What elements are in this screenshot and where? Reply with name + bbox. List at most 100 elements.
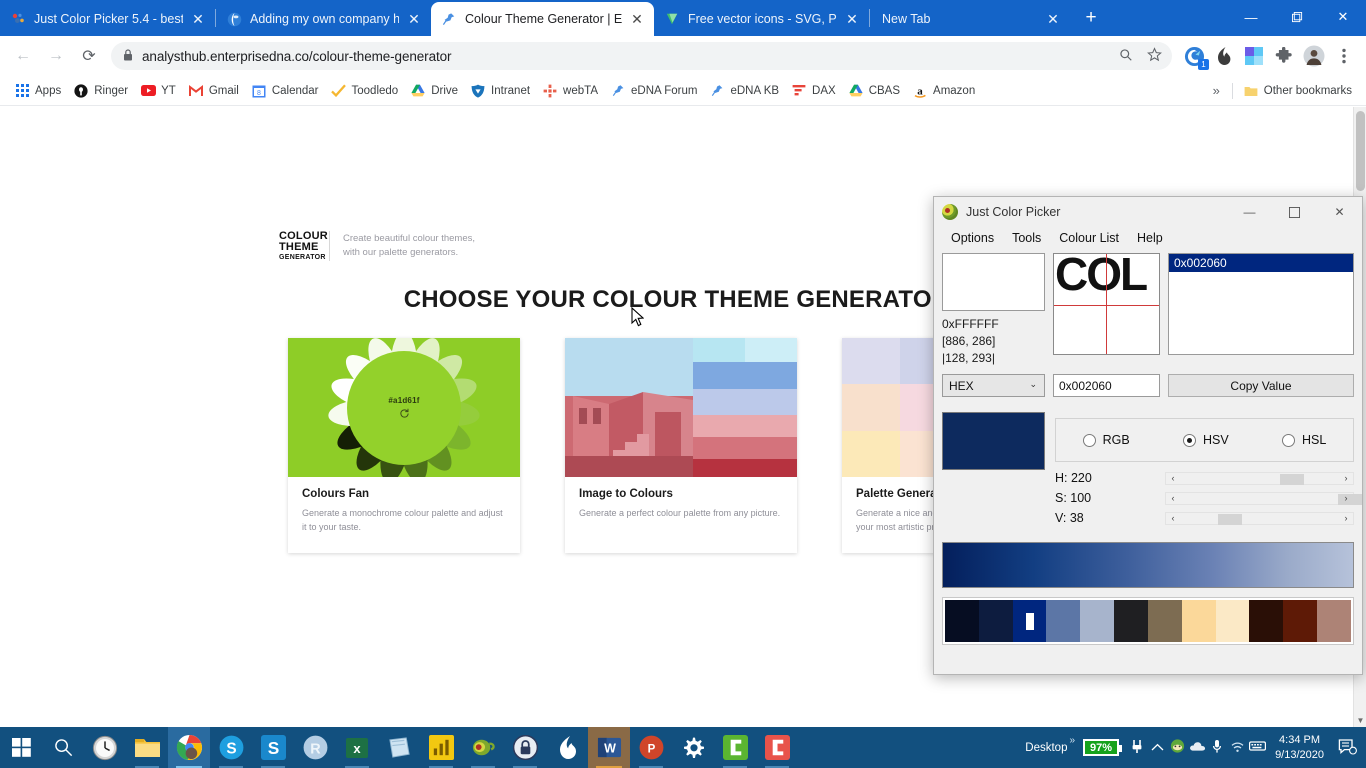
windows-start-icon[interactable] — [0, 727, 42, 768]
slider-thumb-h[interactable] — [1280, 473, 1305, 485]
browser-tab[interactable]: New Tab ✕ — [870, 2, 1070, 36]
power-bi-icon[interactable] — [420, 727, 462, 768]
card-thumbnail[interactable] — [565, 338, 797, 477]
browser-tab[interactable]: Adding my own company h ✕ — [216, 2, 431, 36]
history-swatch[interactable] — [945, 600, 979, 643]
site-logo[interactable]: COLOUR THEME GENERATOR — [279, 231, 328, 262]
slider-track-v[interactable]: ‹ › — [1165, 511, 1354, 525]
just-color-picker-icon[interactable] — [462, 727, 504, 768]
slider-right-arrow-icon[interactable]: › — [1340, 513, 1352, 523]
tab-close-icon[interactable]: ✕ — [403, 8, 425, 30]
tab-close-icon[interactable]: ✕ — [841, 8, 863, 30]
radio-rgb[interactable]: RGB — [1082, 433, 1130, 447]
menu-options[interactable]: Options — [942, 231, 1003, 245]
slider-right-arrow-icon[interactable]: › — [1340, 473, 1352, 483]
chevron-up-icon[interactable] — [1147, 741, 1167, 755]
colorpicker-extension-icon[interactable] — [1240, 42, 1268, 70]
bookmark-calendar[interactable]: 8 Calendar — [245, 79, 325, 103]
browser-tab[interactable]: Free vector icons - SVG, PS ✕ — [654, 2, 869, 36]
close-button[interactable]: ✕ — [1320, 0, 1366, 34]
puzzle-extensions-icon[interactable] — [1270, 42, 1298, 70]
slider-track-s[interactable]: ‹ › — [1165, 491, 1363, 505]
settings-gear-icon[interactable] — [672, 727, 714, 768]
menu-colour-list[interactable]: Colour List — [1050, 231, 1128, 245]
grammarly-extension-icon[interactable]: 1 — [1180, 42, 1209, 70]
colour-list-box[interactable]: 0x002060 — [1168, 253, 1354, 355]
bookmark-yt[interactable]: YT — [134, 79, 182, 103]
radio-hsv[interactable]: HSV — [1183, 433, 1229, 447]
restore-button[interactable] — [1274, 0, 1320, 34]
address-bar[interactable]: analysthub.enterprisedna.co/colour-theme… — [111, 42, 1172, 70]
forward-button[interactable]: → — [41, 41, 71, 71]
plug-icon[interactable] — [1127, 739, 1147, 757]
tab-close-icon[interactable]: ✕ — [1042, 8, 1064, 30]
flame-extension-icon[interactable] — [1210, 42, 1238, 70]
refresh-icon[interactable] — [399, 408, 410, 419]
word-icon[interactable]: W — [588, 727, 630, 768]
magnifier-icon[interactable] — [1112, 48, 1140, 65]
history-swatch[interactable] — [1317, 600, 1351, 643]
card-image-to-colours[interactable]: Image to Colours Generate a perfect colo… — [565, 338, 797, 553]
colour-list-item[interactable]: 0x002060 — [1169, 254, 1353, 272]
bookmark-dax[interactable]: DAX — [785, 79, 842, 103]
three-dots-icon[interactable] — [1330, 42, 1358, 70]
clock-app-icon[interactable] — [84, 727, 126, 768]
card-colours-fan[interactable]: check-icon #a1d61f Colours Fan Generate … — [288, 338, 520, 553]
format-select[interactable]: HEX ⌄ — [942, 374, 1045, 398]
shade-gradient-strip[interactable] — [942, 542, 1354, 589]
slider-right-arrow-icon[interactable]: › — [1340, 493, 1352, 503]
jcp-maximize-button[interactable] — [1272, 197, 1317, 227]
slider-left-arrow-icon[interactable]: ‹ — [1167, 493, 1179, 503]
keyboard-icon[interactable] — [1247, 740, 1267, 755]
scrollbar-thumb[interactable] — [1356, 111, 1365, 191]
chrome-icon[interactable] — [168, 727, 210, 768]
bookmark-edna-kb[interactable]: eDNA KB — [703, 79, 785, 103]
tab-close-icon[interactable]: ✕ — [626, 8, 648, 30]
back-button[interactable]: ← — [8, 41, 38, 71]
excel-icon[interactable]: x — [336, 727, 378, 768]
card-thumbnail[interactable]: check-icon #a1d61f — [288, 338, 520, 477]
copy-value-button[interactable]: Copy Value — [1168, 374, 1354, 398]
avatar[interactable] — [1300, 42, 1328, 70]
minimize-button[interactable]: — — [1228, 0, 1274, 34]
star-icon[interactable] — [1140, 47, 1168, 65]
bookmark-intranet[interactable]: Intranet — [464, 79, 536, 103]
menu-tools[interactable]: Tools — [1003, 231, 1050, 245]
keepass-icon[interactable] — [504, 727, 546, 768]
wifi-icon[interactable] — [1227, 740, 1247, 756]
bookmark-amazon[interactable]: a Amazon — [906, 79, 981, 103]
browser-tab-active[interactable]: Colour Theme Generator | E ✕ — [431, 2, 654, 36]
r-studio-icon[interactable]: R — [294, 727, 336, 768]
scroll-down-button[interactable]: ▼ — [1354, 713, 1366, 727]
jcp-close-button[interactable]: ✕ — [1317, 197, 1362, 227]
slider-left-arrow-icon[interactable]: ‹ — [1167, 513, 1179, 523]
bookmark-apps[interactable]: Apps — [8, 79, 67, 103]
microphone-icon[interactable] — [1207, 739, 1227, 757]
other-bookmarks-folder[interactable]: Other bookmarks — [1237, 79, 1358, 103]
search-icon[interactable] — [42, 727, 84, 768]
battery-status-badge[interactable]: 97% — [1083, 739, 1123, 756]
desktop-label[interactable]: Desktop — [1023, 742, 1069, 754]
slider-track-h[interactable]: ‹ › — [1165, 471, 1354, 485]
bookmark-toodledo[interactable]: Toodledo — [325, 79, 405, 103]
bookmark-drive[interactable]: Drive — [404, 79, 464, 103]
bookmark-gmail[interactable]: Gmail — [182, 79, 245, 103]
bookmarks-overflow-button[interactable]: » — [1205, 83, 1228, 98]
history-swatch[interactable] — [978, 600, 1013, 643]
bookmark-cbas[interactable]: CBAS — [842, 79, 906, 103]
history-swatch[interactable] — [1249, 600, 1284, 643]
notifications-icon[interactable] — [1332, 738, 1362, 758]
history-swatch[interactable] — [1012, 600, 1047, 643]
radio-hsl[interactable]: HSL — [1282, 433, 1326, 447]
sticky-notes-icon[interactable] — [378, 727, 420, 768]
cloud-icon[interactable] — [1187, 740, 1207, 755]
slider-thumb-v[interactable] — [1218, 513, 1243, 525]
camtasia-red-icon[interactable] — [756, 727, 798, 768]
bookmark-edna-forum[interactable]: eDNA Forum — [604, 79, 703, 103]
jcp-minimize-button[interactable]: — — [1227, 197, 1272, 227]
browser-tab[interactable]: Just Color Picker 5.4 - best ✕ — [0, 2, 215, 36]
tray-overflow-chevron[interactable]: » — [1069, 735, 1075, 746]
file-explorer-icon[interactable] — [126, 727, 168, 768]
new-tab-button[interactable]: + — [1076, 3, 1106, 33]
onedrive-green-icon[interactable] — [1167, 739, 1187, 756]
